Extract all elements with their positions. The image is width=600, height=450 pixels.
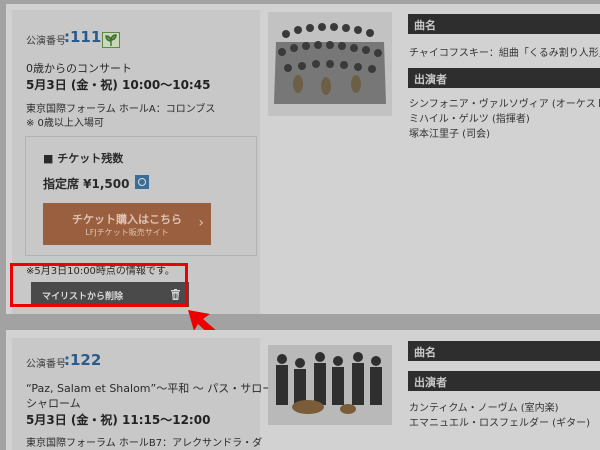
- program-header: 曲名: [408, 14, 600, 34]
- concert-datetime: 5月3日 (金・祝) 11:15〜12:00: [26, 413, 211, 427]
- performer-item: エマニュエル・ロスフェルダー (ギター): [409, 418, 590, 429]
- performers-header: 出演者: [408, 371, 600, 391]
- availability-circle-icon: [135, 175, 149, 189]
- performer-item: 塚本江里子 (司会): [409, 129, 490, 140]
- buy-ticket-label: チケット購入はこちら: [72, 213, 182, 226]
- age-note: ※ 0歳以上入場可: [26, 118, 104, 129]
- performance-number-label: 公演番号: [26, 359, 66, 370]
- seat-price: 指定席 ¥1,500: [43, 177, 130, 191]
- performers-header: 出演者: [408, 68, 600, 88]
- performance-number: :111: [64, 28, 102, 46]
- program-text: チャイコフスキー：組曲「くるみ割り人形」: [409, 48, 600, 59]
- performance-number: :122: [64, 351, 102, 369]
- orchestra-photo: [268, 12, 392, 116]
- performer-item: シンフォニア・ヴァルソヴィア (オーケストラ): [409, 99, 600, 110]
- program-header: 曲名: [408, 341, 600, 361]
- ensemble-photo: [268, 345, 392, 425]
- concert-title: 0歳からのコンサート: [26, 62, 132, 75]
- concert-title: “Paz, Salam et Shalom”〜平和 〜 パス・サローム・: [26, 382, 295, 395]
- sprout-icon: [102, 32, 120, 48]
- concert-venue: 東京国際フォーラム ホールB7：アレクサンドラ・ダ: [26, 438, 263, 449]
- performer-item: ミハイル・ゲルツ (指揮者): [409, 114, 530, 125]
- concert-venue: 東京国際フォーラム ホールA：コロンブス: [26, 104, 216, 115]
- ticket-info-box: ■ チケット残数 指定席 ¥1,500 チケット購入はこちら LFJチケット販売…: [25, 136, 257, 256]
- ticket-remaining-title: ■ チケット残数: [43, 152, 124, 165]
- performance-number-label: 公演番号: [26, 36, 66, 47]
- highlight-box: [10, 263, 188, 307]
- buy-ticket-sublabel: LFJチケット販売サイト: [85, 228, 169, 237]
- concert-datetime: 5月3日 (金・祝) 10:00〜10:45: [26, 78, 211, 92]
- buy-ticket-button[interactable]: チケット購入はこちら LFJチケット販売サイト ›: [43, 203, 211, 245]
- performer-item: カンティクム・ノーヴム (室内楽): [409, 403, 559, 414]
- concert-info-panel: 公演番号 :122 “Paz, Salam et Shalom”〜平和 〜 パス…: [12, 338, 295, 450]
- chevron-right-icon: ›: [198, 215, 204, 231]
- concert-title-cont: シャローム: [26, 397, 81, 410]
